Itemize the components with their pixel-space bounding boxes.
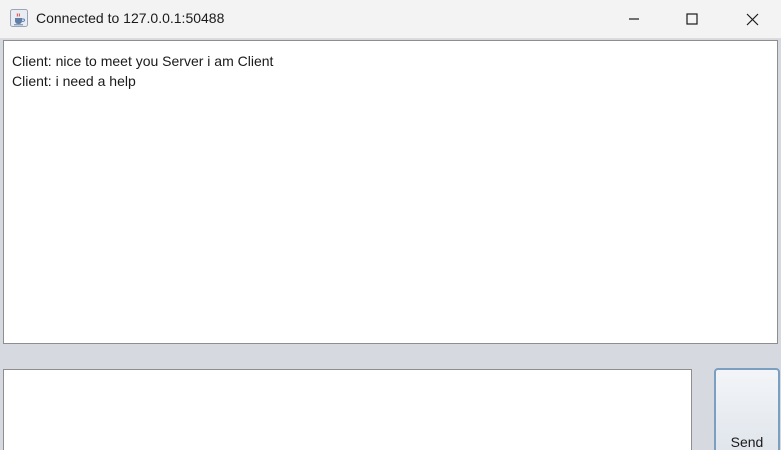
- chat-message: Client: i need a help: [12, 73, 136, 89]
- send-button[interactable]: Send: [714, 368, 780, 450]
- maximize-button[interactable]: [663, 0, 721, 38]
- app-window: Connected to 127.0.0.1:50488 Client: nic…: [0, 0, 781, 450]
- title-bar[interactable]: Connected to 127.0.0.1:50488: [0, 0, 781, 39]
- java-cup-icon: [10, 9, 28, 27]
- chat-message: Client: nice to meet you Server i am Cli…: [12, 53, 274, 69]
- message-input[interactable]: [3, 369, 692, 450]
- window-title: Connected to 127.0.0.1:50488: [36, 10, 225, 26]
- minimize-button[interactable]: [605, 0, 663, 38]
- maximize-icon: [686, 13, 698, 25]
- close-button[interactable]: [723, 0, 781, 38]
- chat-log[interactable]: Client: nice to meet you Server i am Cli…: [3, 40, 778, 344]
- close-icon: [746, 13, 759, 26]
- minimize-icon: [628, 13, 640, 25]
